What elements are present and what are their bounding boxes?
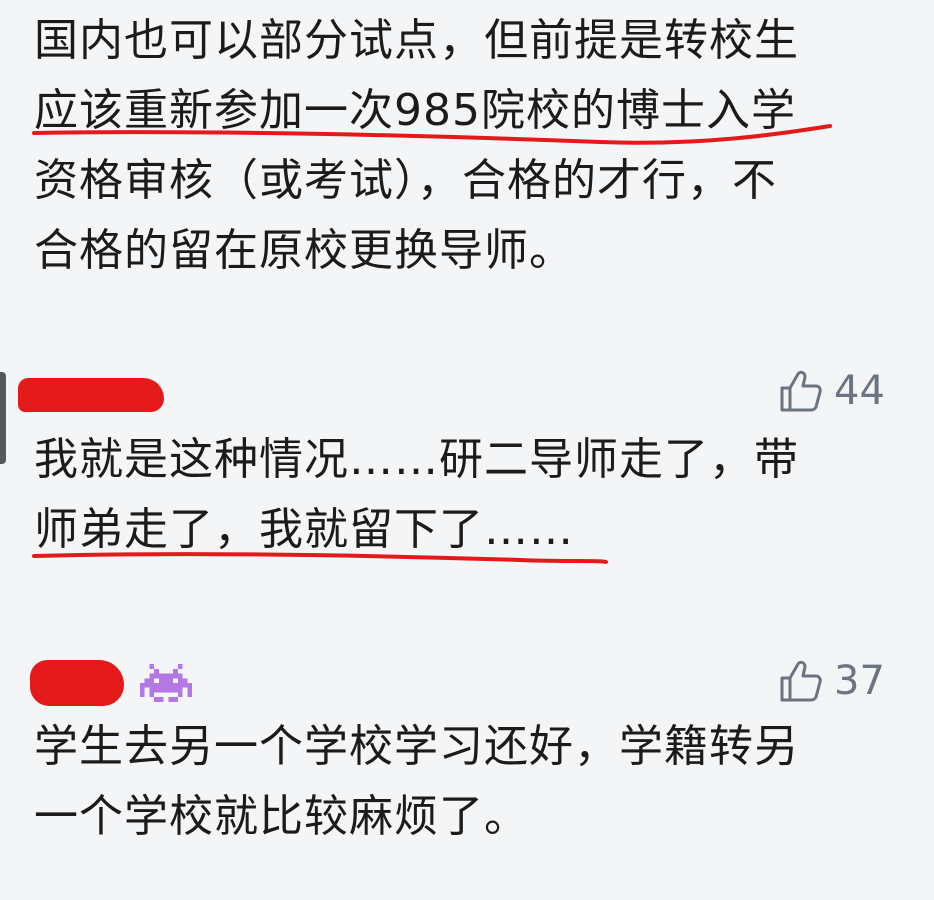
comment-text: 我就是这种情况……研二导师走了，带 师弟走了，我就留下了…… bbox=[34, 434, 799, 555]
like-count: 44 bbox=[834, 368, 885, 414]
thumbs-up-icon bbox=[778, 658, 824, 704]
like-button[interactable]: 37 bbox=[778, 658, 885, 704]
scroll-edge-indicator bbox=[0, 372, 6, 464]
space-invader-icon bbox=[140, 660, 192, 706]
like-button[interactable]: 44 bbox=[778, 368, 885, 414]
comment-text: 学生去另一个学校学习还好，学籍转另 一个学校就比较麻烦了。 bbox=[34, 721, 799, 842]
redacted-username bbox=[30, 660, 124, 706]
redacted-username bbox=[18, 378, 164, 412]
like-count: 37 bbox=[834, 658, 885, 704]
comment-text: 国内也可以部分试点，但前提是转校生 应该重新参加一次985院校的博士入学 资格审… bbox=[34, 15, 799, 276]
thumbs-up-icon bbox=[778, 368, 824, 414]
